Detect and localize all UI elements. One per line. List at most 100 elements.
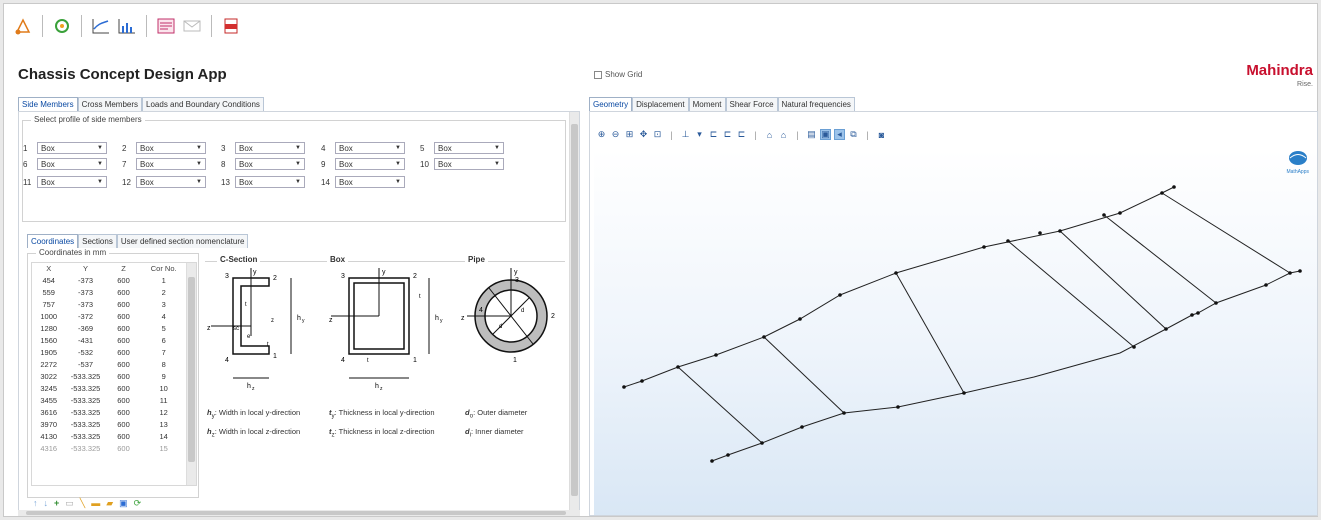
table-cell[interactable]: 1905 [32,346,65,358]
add-row-icon[interactable]: + [54,498,59,509]
profile-dropdown[interactable]: Box ▼ [136,176,206,188]
table-cell[interactable]: -533.325 [65,430,105,442]
table-cell[interactable]: 2 [141,286,186,298]
profile-dropdown[interactable]: Box ▼ [136,158,206,170]
delete-row-icon[interactable]: ▭ [65,498,74,509]
profile-select-8[interactable]: 8 Box ▼ [221,158,305,170]
table-row[interactable]: 559 -373 600 2 [32,286,186,298]
table-cell[interactable]: 600 [106,286,142,298]
bar-plot-icon[interactable] [116,15,138,37]
table-cell[interactable]: 454 [32,274,65,286]
table-row[interactable]: 454 -373 600 1 [32,274,186,286]
save-icon[interactable]: ▣ [119,498,128,509]
table-cell[interactable]: 15 [141,442,186,454]
table-cell[interactable]: 559 [32,286,65,298]
table-cell[interactable]: 600 [106,310,142,322]
profile-select-13[interactable]: 13 Box ▼ [221,176,305,188]
move-up-icon[interactable]: ↑ [33,498,38,509]
table-cell[interactable]: -369 [65,322,105,334]
table-cell[interactable]: 6 [141,334,186,346]
table-cell[interactable]: 4 [141,310,186,322]
profile-select-5[interactable]: 5 Box ▼ [420,142,504,154]
profile-select-12[interactable]: 12 Box ▼ [122,176,206,188]
profile-select-7[interactable]: 7 Box ▼ [122,158,206,170]
table-cell[interactable]: -533.325 [65,442,105,454]
table-row[interactable]: 3455 -533.325 600 11 [32,394,186,406]
table-row[interactable]: 757 -373 600 3 [32,298,186,310]
table-cell[interactable]: 600 [106,406,142,418]
table-row[interactable]: 4130 -533.325 600 14 [32,430,186,442]
profile-dropdown[interactable]: Box ▼ [37,158,107,170]
table-cell[interactable]: 9 [141,370,186,382]
table-cell[interactable]: -533.325 [65,370,105,382]
import-icon[interactable]: ▰ [106,498,113,509]
table-cell[interactable]: 600 [106,298,142,310]
table-row[interactable]: 3245 -533.325 600 10 [32,382,186,394]
profile-select-6[interactable]: 6 Box ▼ [23,158,107,170]
profile-dropdown[interactable]: Box ▼ [235,142,305,154]
table-cell[interactable]: 3 [141,298,186,310]
table-cell[interactable]: 3455 [32,394,65,406]
tab-user-defined-nomenclature[interactable]: User defined section nomenclature [116,234,249,248]
profile-select-2[interactable]: 2 Box ▼ [122,142,206,154]
table-cell[interactable]: 600 [106,394,142,406]
pan-icon[interactable]: ✥ [638,129,649,140]
table-cell[interactable]: 1560 [32,334,65,346]
table-cell[interactable]: 10 [141,382,186,394]
table-cell[interactable]: 5 [141,322,186,334]
table-cell[interactable]: -533.325 [65,418,105,430]
tab-side-members[interactable]: Side Members [18,97,78,111]
view-xy-icon[interactable]: ⊏ [708,129,719,140]
profile-dropdown[interactable]: Box ▼ [37,176,107,188]
left-panel-hscrollbar[interactable] [18,510,580,516]
left-panel-scroll-thumb[interactable] [571,124,578,496]
move-down-icon[interactable]: ↓ [44,498,49,509]
coordinates-table[interactable]: X Y Z Cor No. 454 -373 600 1 559 -373 600 2 757-… [32,263,186,454]
coordinates-scrollbar[interactable] [186,263,196,485]
table-cell[interactable]: 600 [106,346,142,358]
wireframe-icon[interactable]: ▤ [806,129,817,140]
table-row[interactable]: 1560 -431 600 6 [32,334,186,346]
table-cell[interactable]: -532 [65,346,105,358]
table-row[interactable]: 3970 -533.325 600 13 [32,418,186,430]
profile-select-3[interactable]: 3 Box ▼ [221,142,305,154]
refresh-icon[interactable] [51,15,73,37]
default-view-icon[interactable]: ⌂ [778,129,789,140]
table-cell[interactable]: 4316 [32,442,65,454]
table-cell[interactable]: -537 [65,358,105,370]
dropdown-arrow-icon[interactable]: ▾ [694,129,705,140]
select-mode-icon[interactable]: ◂ [834,129,845,140]
profile-select-11[interactable]: 11 Box ▼ [23,176,107,188]
table-cell[interactable]: 4130 [32,430,65,442]
table-cell[interactable]: 1 [141,274,186,286]
zoom-box-icon[interactable]: ⊞ [624,129,635,140]
table-cell[interactable]: 13 [141,418,186,430]
sketch-icon[interactable] [12,15,34,37]
table-cell[interactable]: -533.325 [65,394,105,406]
profile-dropdown[interactable]: Box ▼ [235,158,305,170]
profile-dropdown[interactable]: Box ▼ [434,142,504,154]
table-cell[interactable]: -533.325 [65,406,105,418]
table-row[interactable]: 2272 -537 600 8 [32,358,186,370]
pdf-icon[interactable] [220,15,242,37]
table-cell[interactable]: 600 [106,322,142,334]
table-cell[interactable]: 1280 [32,322,65,334]
coordinates-scroll-thumb[interactable] [188,277,195,462]
profile-dropdown[interactable]: Box ▼ [335,158,405,170]
zoom-in-icon[interactable]: ⊕ [596,129,607,140]
tab-coordinates[interactable]: Coordinates [27,234,79,248]
tab-cross-members[interactable]: Cross Members [77,97,143,111]
clear-icon[interactable]: ╲ [80,498,85,509]
table-row[interactable]: 3616 -533.325 600 12 [32,406,186,418]
table-cell[interactable]: -373 [65,274,105,286]
view-xz-icon[interactable]: ⊏ [736,129,747,140]
table-cell[interactable]: 600 [106,382,142,394]
table-cell[interactable]: 600 [106,334,142,346]
table-cell[interactable]: 7 [141,346,186,358]
profile-select-9[interactable]: 9 Box ▼ [321,158,405,170]
line-plot-icon[interactable] [90,15,112,37]
profile-dropdown[interactable]: Box ▼ [335,176,405,188]
zoom-out-icon[interactable]: ⊖ [610,129,621,140]
image-snapshot-icon[interactable]: ◙ [876,129,887,140]
table-cell[interactable]: 11 [141,394,186,406]
